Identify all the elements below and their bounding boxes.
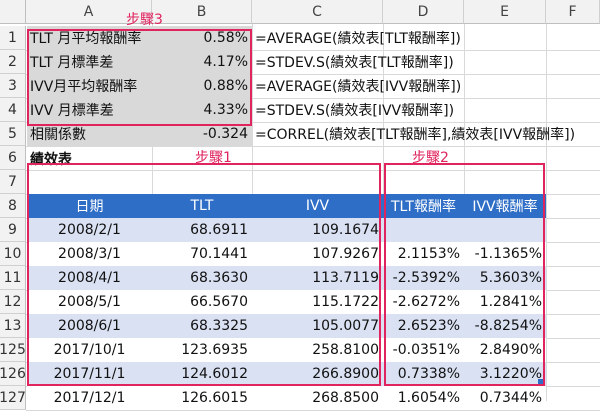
table-header-4[interactable]: IVV報酬率 bbox=[464, 194, 546, 218]
column-header-d[interactable]: D bbox=[383, 0, 464, 24]
column-header-e[interactable]: E bbox=[464, 0, 546, 24]
table-cell[interactable]: 2008/5/1 bbox=[27, 290, 152, 314]
table-resize-handle[interactable] bbox=[538, 379, 543, 384]
table-cell[interactable]: 2017/10/1 bbox=[27, 338, 152, 362]
table-cell[interactable]: 66.5670 bbox=[152, 290, 252, 314]
stat-formula-text: =AVERAGE(績效表[IVV報酬率]) bbox=[255, 79, 462, 95]
row-header-10[interactable]: 10 bbox=[0, 242, 26, 266]
table-header-2[interactable]: IVV bbox=[252, 194, 383, 218]
table-cell[interactable]: 2008/3/1 bbox=[27, 242, 152, 266]
table-cell[interactable]: 0.7338% bbox=[383, 362, 464, 386]
table-cell[interactable] bbox=[464, 218, 546, 242]
table-cell[interactable]: 2008/2/1 bbox=[27, 218, 152, 242]
table-cell[interactable]: 115.1722 bbox=[252, 290, 383, 314]
table-cell[interactable]: 68.3325 bbox=[152, 314, 252, 338]
table-cell[interactable]: 126.6015 bbox=[152, 386, 252, 410]
gridline-horizontal bbox=[26, 170, 600, 171]
column-header-f[interactable]: F bbox=[546, 0, 600, 24]
stat-value-cell[interactable]: 0.58% bbox=[152, 26, 252, 50]
row-header-1[interactable]: 1 bbox=[0, 26, 26, 50]
row-header-3[interactable]: 3 bbox=[0, 74, 26, 98]
table-cell[interactable]: 107.9267 bbox=[252, 242, 383, 266]
stat-formula-text: =AVERAGE(績效表[TLT報酬率]) bbox=[255, 31, 461, 47]
table-cell[interactable] bbox=[383, 218, 464, 242]
table-cell[interactable]: 113.7119 bbox=[252, 266, 383, 290]
table-cell[interactable]: 266.8900 bbox=[252, 362, 383, 386]
stat-label-cell[interactable]: 相關係數 bbox=[27, 122, 152, 146]
table-cell[interactable]: 68.3630 bbox=[152, 266, 252, 290]
table-cell[interactable]: 2017/11/1 bbox=[27, 362, 152, 386]
table-cell[interactable]: 258.8100 bbox=[252, 338, 383, 362]
table-cell[interactable]: 2.6523% bbox=[383, 314, 464, 338]
stat-formula-text: =CORREL(績效表[TLT報酬率],績效表[IVV報酬率]) bbox=[255, 127, 576, 143]
row-header-125[interactable]: 125 bbox=[0, 338, 26, 362]
table-header-1[interactable]: TLT bbox=[152, 194, 252, 218]
stat-formula-text: =STDEV.S(績效表[IVV報酬率]) bbox=[255, 103, 455, 119]
stat-formula-text: =STDEV.S(績效表[TLT報酬率]) bbox=[255, 55, 454, 71]
row-header-11[interactable]: 11 bbox=[0, 266, 26, 290]
stat-label-cell[interactable]: IVV月平均報酬率 bbox=[27, 74, 152, 98]
table-cell[interactable]: 0.7344% bbox=[464, 386, 546, 410]
row-header-127[interactable]: 127 bbox=[0, 386, 26, 410]
row-header-8[interactable]: 8 bbox=[0, 194, 26, 218]
table-cell[interactable]: 70.1441 bbox=[152, 242, 252, 266]
step3-label: 步驟3 bbox=[126, 12, 163, 28]
table-title: 績效表 bbox=[30, 152, 72, 168]
table-cell[interactable]: -1.1365% bbox=[464, 242, 546, 266]
table-cell[interactable]: 2008/6/1 bbox=[27, 314, 152, 338]
table-cell[interactable]: 2017/12/1 bbox=[27, 386, 152, 410]
table-cell[interactable]: 2008/4/1 bbox=[27, 266, 152, 290]
table-cell[interactable]: -2.5392% bbox=[383, 266, 464, 290]
step2-label: 步驟2 bbox=[412, 150, 449, 166]
stat-value-cell[interactable]: 4.33% bbox=[152, 98, 252, 122]
table-cell[interactable]: 109.1674 bbox=[252, 218, 383, 242]
row-header-126[interactable]: 126 bbox=[0, 362, 26, 386]
stat-value-cell[interactable]: 0.88% bbox=[152, 74, 252, 98]
row-header-5[interactable]: 5 bbox=[0, 122, 26, 146]
table-cell[interactable]: 5.3603% bbox=[464, 266, 546, 290]
table-cell[interactable]: 2.1153% bbox=[383, 242, 464, 266]
table-header-3[interactable]: TLT報酬率 bbox=[383, 194, 464, 218]
row-header-7[interactable]: 7 bbox=[0, 170, 26, 194]
select-all-corner[interactable] bbox=[0, 0, 26, 24]
table-cell[interactable]: -0.0351% bbox=[383, 338, 464, 362]
column-header-b[interactable]: B bbox=[152, 0, 252, 24]
row-header-2[interactable]: 2 bbox=[0, 50, 26, 74]
row-header-12[interactable]: 12 bbox=[0, 290, 26, 314]
gridline-horizontal bbox=[26, 146, 600, 147]
stat-value-cell[interactable]: 4.17% bbox=[152, 50, 252, 74]
row-header-13[interactable]: 13 bbox=[0, 314, 26, 338]
table-cell[interactable]: 124.6012 bbox=[152, 362, 252, 386]
table-cell[interactable]: 1.2841% bbox=[464, 290, 546, 314]
table-cell[interactable]: 3.1220% bbox=[464, 362, 546, 386]
step1-label: 步驟1 bbox=[195, 150, 232, 166]
table-cell[interactable]: -8.8254% bbox=[464, 314, 546, 338]
table-cell[interactable]: -2.6272% bbox=[383, 290, 464, 314]
row-header-6[interactable]: 6 bbox=[0, 146, 26, 170]
stat-label-cell[interactable]: TLT 月平均報酬率 bbox=[27, 26, 152, 50]
spreadsheet: ABCDEF 1 2 3 4 5 6 7 8 9 10 11 12 13 125 126 127 TLT 月平… bbox=[0, 0, 600, 411]
table-cell[interactable]: 68.6911 bbox=[152, 218, 252, 242]
table-cell[interactable]: 1.6054% bbox=[383, 386, 464, 410]
table-cell[interactable]: 123.6935 bbox=[152, 338, 252, 362]
table-cell[interactable]: 268.8500 bbox=[252, 386, 383, 410]
stat-label-cell[interactable]: TLT 月標準差 bbox=[27, 50, 152, 74]
row-header-9[interactable]: 9 bbox=[0, 218, 26, 242]
row-header-4[interactable]: 4 bbox=[0, 98, 26, 122]
column-header-c[interactable]: C bbox=[252, 0, 383, 24]
stat-label-cell[interactable]: IVV 月標準差 bbox=[27, 98, 152, 122]
table-cell[interactable]: 2.8490% bbox=[464, 338, 546, 362]
table-cell[interactable]: 105.0077 bbox=[252, 314, 383, 338]
table-header-0[interactable]: 日期 bbox=[27, 194, 152, 218]
stat-value-cell[interactable]: -0.324 bbox=[152, 122, 252, 146]
